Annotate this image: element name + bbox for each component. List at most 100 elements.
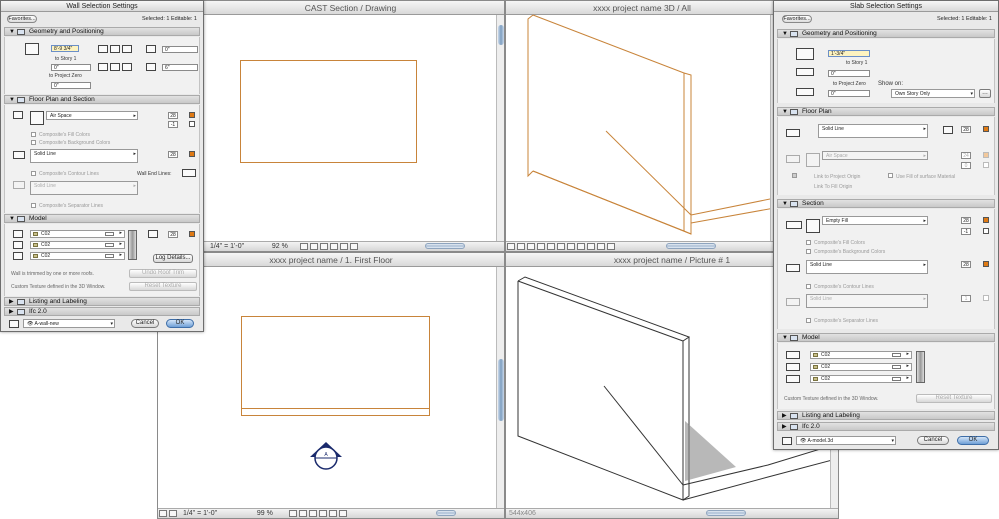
expand-triangle-icon[interactable]: ▼ xyxy=(9,96,15,104)
wall-listing-header[interactable]: ▶ Listing and Labeling xyxy=(4,297,200,306)
slab-project-zero-field[interactable]: 0" xyxy=(828,90,870,97)
zoom-in-icon[interactable] xyxy=(288,510,297,517)
plan-scroll-thumb[interactable] xyxy=(498,359,504,421)
wall-cancel-button[interactable]: Cancel xyxy=(131,319,159,328)
rotate-icon[interactable] xyxy=(328,510,337,517)
slab-material-chain-icon[interactable] xyxy=(916,351,925,383)
slab-separator-pen-swatch[interactable] xyxy=(983,295,989,301)
slab-fill-popup[interactable]: Air Space ▸ xyxy=(822,151,928,160)
pan-icon[interactable] xyxy=(557,243,565,250)
expand-triangle-icon[interactable]: ▼ xyxy=(9,28,15,36)
section-rectangle[interactable] xyxy=(240,60,417,163)
zoom-out-icon[interactable] xyxy=(309,243,318,250)
slab-line-popup[interactable]: Solid Line ▸ xyxy=(818,124,928,138)
wall-bg-pen-swatch[interactable] xyxy=(189,121,195,127)
slab-cut-pen-field[interactable]: 28 xyxy=(961,217,971,224)
wall-composite-bg-checkbox[interactable] xyxy=(31,140,36,145)
expand-triangle-icon[interactable]: ▼ xyxy=(782,334,788,342)
wall-straight-icon[interactable] xyxy=(98,63,108,71)
fly-icon[interactable] xyxy=(597,243,605,250)
zoom-fit-icon[interactable] xyxy=(547,243,555,250)
zoom-fit-icon[interactable] xyxy=(319,243,328,250)
slab-reset-texture-button[interactable]: Reset Texture xyxy=(916,394,992,403)
orbit-icon[interactable] xyxy=(567,243,575,250)
slab-model-header[interactable]: ▼ Model xyxy=(777,333,995,342)
slab-show-on-more-button[interactable]: … xyxy=(979,89,991,98)
slab-section-header[interactable]: ▼ Section xyxy=(777,199,995,208)
wall-base-offset-field[interactable]: 0" xyxy=(51,64,91,71)
wall-layer-popup[interactable]: 👁 A-wall-new ▾ xyxy=(23,319,115,328)
zoom-out-icon[interactable] xyxy=(537,243,545,250)
collapse-triangle-icon[interactable]: ▶ xyxy=(9,298,14,306)
slab-link-fill-origin-label[interactable]: Link To Fill Origin xyxy=(814,184,852,190)
slab-surface-fill-checkbox[interactable] xyxy=(888,173,893,178)
wall-thickness[interactable] xyxy=(683,72,692,235)
wall-contour-pen-swatch[interactable] xyxy=(189,151,195,157)
wall-front-face[interactable] xyxy=(532,14,685,232)
wall-bg-pen-field[interactable]: -1 xyxy=(168,121,178,128)
slab-cut-pen-swatch[interactable] xyxy=(983,217,989,223)
collapse-triangle-icon[interactable]: ▶ xyxy=(782,412,787,420)
slab-offset-field[interactable]: 0" xyxy=(828,70,870,77)
expand-triangle-icon[interactable]: ▼ xyxy=(9,215,15,223)
slab-edge-top[interactable] xyxy=(690,196,779,216)
explore-icon[interactable] xyxy=(587,243,595,250)
slab-composite-bg-checkbox[interactable] xyxy=(806,249,811,254)
slab-thickness-field[interactable]: 1'-3/4" xyxy=(828,50,870,57)
slab-cancel-button[interactable]: Cancel xyxy=(917,436,949,445)
wall-ifc-header[interactable]: ▶ Ifc 2.0 xyxy=(4,307,200,316)
slab-edge-bottom[interactable] xyxy=(690,206,779,224)
wall-side-face[interactable] xyxy=(527,14,534,178)
slab-favorites-button[interactable]: Favorites... xyxy=(782,15,812,23)
section-zoom[interactable]: 92 % xyxy=(269,242,297,251)
slab-cut-fill-swatch[interactable] xyxy=(806,219,820,233)
slab-fill-pen-field[interactable]: 24 xyxy=(961,152,971,159)
camera-icon[interactable] xyxy=(507,243,515,250)
zoom-in-icon[interactable] xyxy=(527,243,535,250)
section-scale[interactable]: 1/4" = 1'-0" xyxy=(207,242,267,251)
wall-thickness-field[interactable]: 0" xyxy=(162,46,198,53)
picture-slab-back[interactable] xyxy=(603,385,684,486)
wall-ref-line-center-icon[interactable] xyxy=(110,45,120,53)
slab-link-project-origin-label[interactable]: Link to Project Origin xyxy=(814,174,860,180)
slab-composite-fill-checkbox[interactable] xyxy=(806,240,811,245)
expand-triangle-icon[interactable]: ▼ xyxy=(782,108,788,116)
slab-material-row[interactable]: C02 ▸ xyxy=(810,351,912,359)
slab-geometry-header[interactable]: ▼ Geometry and Positioning xyxy=(777,29,995,38)
slab-material-row[interactable]: C02 ▸ xyxy=(810,363,912,371)
slab-bg-pen-swatch[interactable] xyxy=(983,162,989,168)
slab-cut-line-pen-swatch[interactable] xyxy=(983,261,989,267)
navigator-icon[interactable] xyxy=(159,510,167,517)
rotate-icon[interactable] xyxy=(339,243,348,250)
wall-favorites-button[interactable]: Favorites... xyxy=(7,15,37,23)
expand-triangle-icon[interactable]: ▼ xyxy=(782,30,788,38)
plan-vertical-scrollbar[interactable] xyxy=(496,267,504,508)
plan-zoom[interactable]: 99 % xyxy=(254,509,286,518)
slab-floorplan-header[interactable]: ▼ Floor Plan xyxy=(777,107,995,116)
wall-reset-texture-button[interactable]: Reset Texture xyxy=(129,282,197,291)
slab-material-row[interactable]: C02 ▸ xyxy=(810,375,912,383)
wall-polygonal-icon[interactable] xyxy=(122,63,132,71)
wall-project-zero-field[interactable]: 0" xyxy=(51,82,91,89)
wall-material-row[interactable]: C02 ▸ xyxy=(30,241,125,249)
wall-fill-pen-swatch[interactable] xyxy=(189,112,195,118)
wall-separator-popup[interactable]: Solid Line ▸ xyxy=(30,181,138,195)
picture-hscroll-thumb[interactable] xyxy=(706,510,746,516)
wall-material-chain-icon[interactable] xyxy=(128,230,137,260)
expand-triangle-icon[interactable]: ▼ xyxy=(782,200,788,208)
3d-hscroll-thumb[interactable] xyxy=(666,243,716,249)
wall-end-lines-icon[interactable] xyxy=(182,169,196,177)
slab-layer-popup[interactable]: 👁 A-model.3d ▾ xyxy=(796,436,896,445)
slab-cut-bg-pen-field[interactable]: -1 xyxy=(961,228,971,235)
slab-ok-button[interactable]: OK xyxy=(957,436,989,445)
wall-fill-popup[interactable]: Air Space ▸ xyxy=(46,111,138,120)
picture-wall-top[interactable] xyxy=(517,276,691,342)
plan-hscroll-thumb[interactable] xyxy=(436,510,456,516)
slab-ifc-header[interactable]: ▶ Ifc 2.0 xyxy=(777,422,995,431)
slab-fill-pen-swatch[interactable] xyxy=(983,152,989,158)
wall-ok-button[interactable]: OK xyxy=(166,319,194,328)
zoom-fit-icon[interactable] xyxy=(308,510,317,517)
wall-material-row[interactable]: C02 ▸ xyxy=(30,230,125,238)
wall-model-header[interactable]: ▼ Model xyxy=(4,214,200,223)
wall-fill-swatch[interactable] xyxy=(30,111,44,125)
